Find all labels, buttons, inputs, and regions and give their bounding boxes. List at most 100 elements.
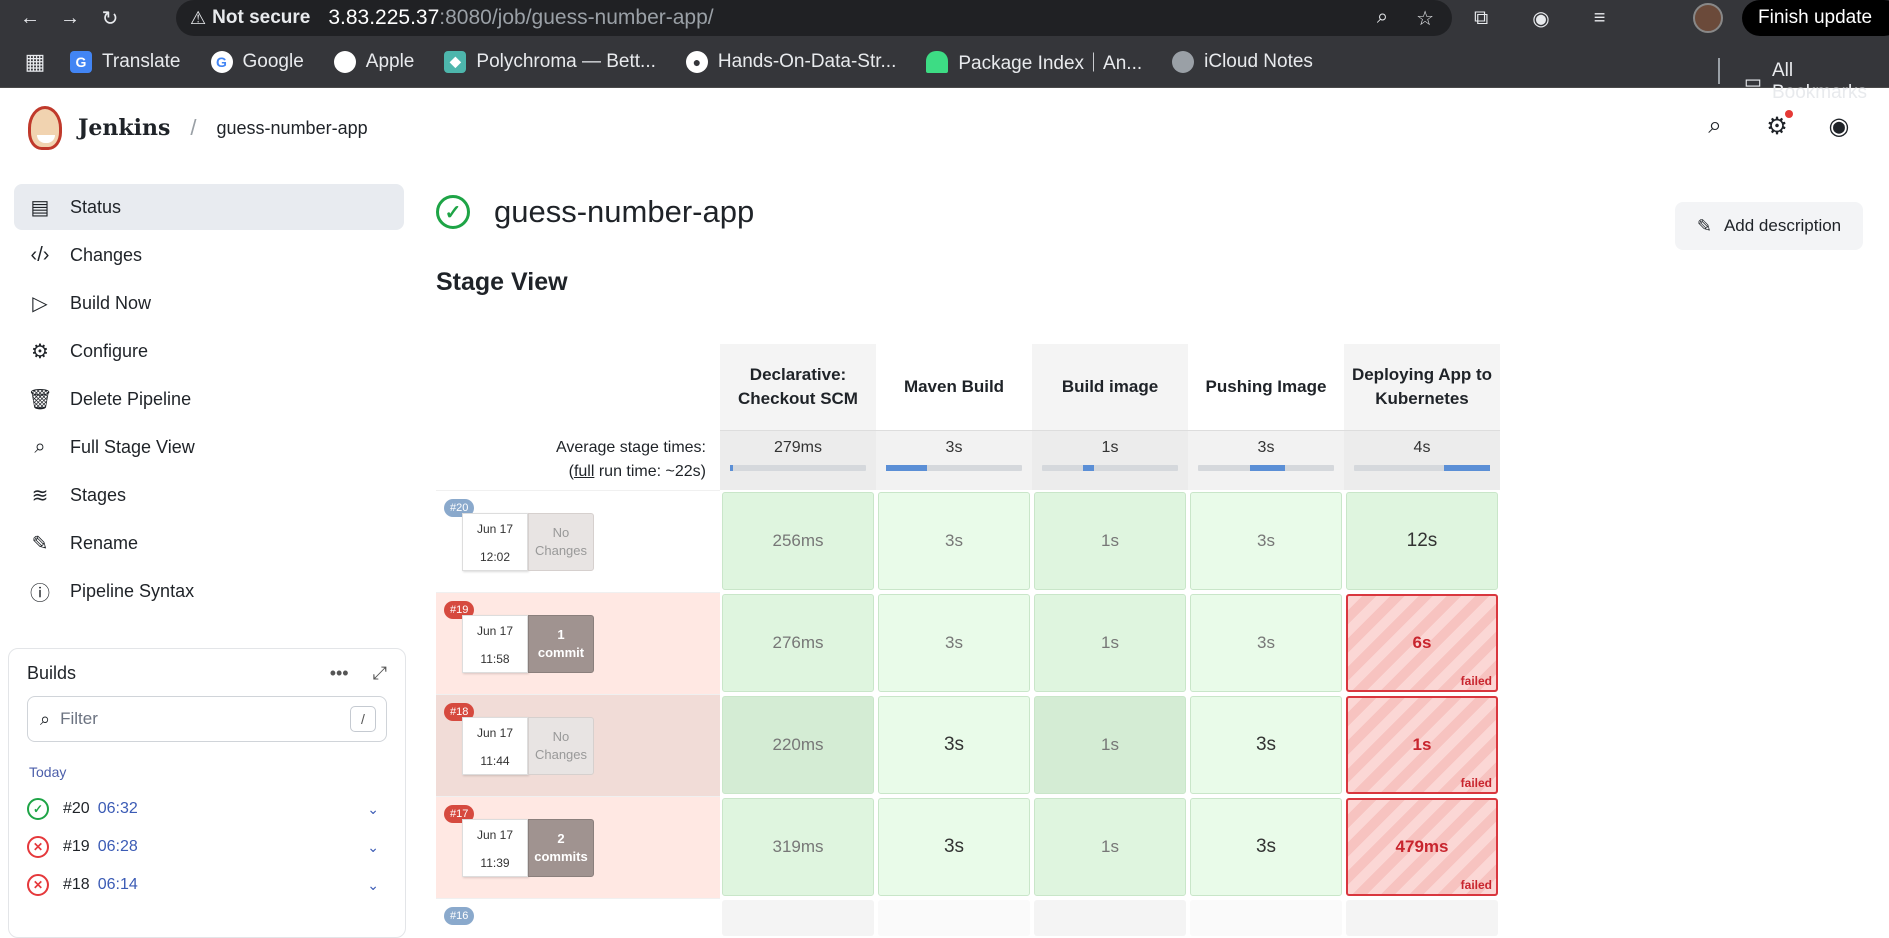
sidebar-item-changes[interactable]: ‹/› Changes [14,232,404,278]
search-icon[interactable]: ⌕ [1701,112,1729,140]
bookmark-github[interactable]: ● Hands-On-Data-Str... [685,50,896,73]
run-date-day: Jun 17 [476,828,514,842]
stage-cell[interactable]: 6s failed [1344,592,1500,694]
run-changes[interactable]: 2 commits [528,819,594,877]
chevron-down-icon[interactable]: ⌄ [367,839,379,856]
stage-cell[interactable]: 3s [1188,490,1344,592]
warning-icon[interactable]: ⚠ [190,8,206,29]
build-time[interactable]: 06:32 [98,800,138,818]
security-label[interactable]: Not secure [212,7,310,29]
media-icon[interactable]: ≡ [1594,7,1606,30]
gear-icon[interactable]: ⚙ [1763,110,1793,140]
stage-cell-content: 3s [1190,798,1342,896]
stage-cell[interactable]: 3s [876,592,1032,694]
stage-run-row: #16 [436,898,1500,938]
stage-cell[interactable]: 3s [1188,796,1344,898]
android-icon [926,50,949,73]
stage-cell[interactable]: 12s [1344,490,1500,592]
average-stage-time: 4s [1344,430,1500,490]
sidebar-item-full-stage-view[interactable]: ⌕ Full Stage View [14,424,404,470]
stage-cell-content: 12s [1346,492,1498,590]
average-stage-time: 1s [1032,430,1188,490]
build-time[interactable]: 06:14 [98,876,138,894]
bookmark-google[interactable]: G Google [210,50,304,73]
stage-cell[interactable]: 220ms [720,694,876,796]
run-changes[interactable]: 1 commit [528,615,594,673]
build-badge[interactable]: #16 [444,907,475,925]
address-bar[interactable]: ⚠ Not secure 3.83.225.37:8080/job/guess-… [176,0,1452,36]
build-row[interactable]: ✕ #19 06:28 ⌄ [27,828,387,866]
builds-filter-input[interactable]: ⌕ Filter / [27,696,387,742]
sidebar-item-status[interactable]: ▤ Status [14,184,404,230]
stage-cell[interactable]: 1s [1032,592,1188,694]
reload-icon[interactable]: ↻ [90,0,130,36]
build-number[interactable]: #20 [63,800,90,818]
average-time-value: 1s [1101,439,1119,456]
apps-grid-icon[interactable]: ▦ [0,49,70,75]
sidebar-item-configure[interactable]: ⚙ Configure [14,328,404,374]
user-icon[interactable]: ◉ [1825,112,1853,140]
expand-icon[interactable]: ⤢ [373,663,387,684]
add-description-button[interactable]: ✎ Add description [1675,202,1863,250]
run-header: #19 Jun 17 11:58 1 commit [436,592,720,694]
breadcrumb-job[interactable]: guess-number-app [217,118,368,139]
stage-header: Build image [1032,344,1188,430]
stage-duration: 3s [945,531,963,550]
sidebar-item-stages[interactable]: ≋ Stages [14,472,404,518]
back-icon[interactable]: ← [10,0,50,36]
app-title[interactable]: Jenkins [78,115,170,141]
jenkins-header: Jenkins / guess-number-app ⌕ ⚙ ◉ [0,88,1889,168]
average-stage-time: 3s [1188,430,1344,490]
bookmark-translate[interactable]: G Translate [70,50,181,73]
stage-cell[interactable]: 1s [1032,694,1188,796]
build-number[interactable]: #19 [63,838,90,856]
chevron-down-icon[interactable]: ⌄ [367,801,379,818]
stage-duration: 12s [1406,530,1438,551]
changes-label: commit [537,645,585,660]
star-icon[interactable]: ☆ [1416,6,1434,31]
stage-cell[interactable]: 276ms [720,592,876,694]
profile-avatar[interactable] [1693,3,1723,33]
run-date-day: Jun 17 [476,624,514,638]
sidebar-item-delete-pipeline[interactable]: 🗑 Delete Pipeline [14,376,404,422]
stage-cell[interactable]: 3s [1188,592,1344,694]
build-time[interactable]: 06:28 [98,838,138,856]
stage-view-table: Declarative: Checkout SCM Maven Build Bu… [436,344,1500,938]
chevron-down-icon[interactable]: ⌄ [367,877,379,894]
builds-group-label: Today [29,764,67,780]
sidebar-item-rename[interactable]: ✎ Rename [14,520,404,566]
stage-cell[interactable]: 256ms [720,490,876,592]
forward-icon[interactable]: → [50,0,90,36]
build-number[interactable]: #18 [63,876,90,894]
stage-cell[interactable]: 1s [1032,490,1188,592]
run-date: Jun 17 11:58 [462,615,528,673]
extensions-icon[interactable]: ⧉ [1474,7,1488,30]
more-icon[interactable]: ••• [330,663,349,684]
bookmark-icloud-notes[interactable]: iCloud Notes [1172,50,1313,73]
bookmark-polychroma[interactable]: ◆ Polychroma — Bett... [444,50,656,73]
changes-label: commits [534,849,588,864]
build-row[interactable]: ✕ #18 06:14 ⌄ [27,866,387,904]
stage-cell[interactable]: 479ms failed [1344,796,1500,898]
zoom-icon[interactable]: ⌕ [1377,6,1388,31]
sidebar-item-build-now[interactable]: ▷ Build Now [14,280,404,326]
stage-cell[interactable]: 319ms [720,796,876,898]
stage-duration: 256ms [772,531,824,550]
stage-cell[interactable]: 1s [1032,796,1188,898]
full-run-link[interactable]: full [574,463,594,480]
build-row[interactable]: ✓ #20 06:32 ⌄ [27,790,387,828]
average-time-value: 3s [945,439,963,456]
stage-cell[interactable]: 3s [876,694,1032,796]
stage-cell[interactable]: 1s failed [1344,694,1500,796]
stage-cell[interactable]: 3s [876,796,1032,898]
sidebar-item-pipeline-syntax[interactable]: ⓘ Pipeline Syntax [14,568,404,614]
lens-icon[interactable]: ◉ [1532,6,1549,31]
stage-cell[interactable]: 3s [1188,694,1344,796]
bookmark-apple[interactable]: Apple [333,50,414,73]
jenkins-logo[interactable] [28,106,62,150]
stage-cell[interactable]: 3s [876,490,1032,592]
finish-update-button[interactable]: Finish update [1742,0,1889,36]
bookmark-package-index[interactable]: Package Index｜An... [926,48,1142,75]
stage-duration: 3s [943,734,965,755]
google-icon: G [210,50,233,73]
